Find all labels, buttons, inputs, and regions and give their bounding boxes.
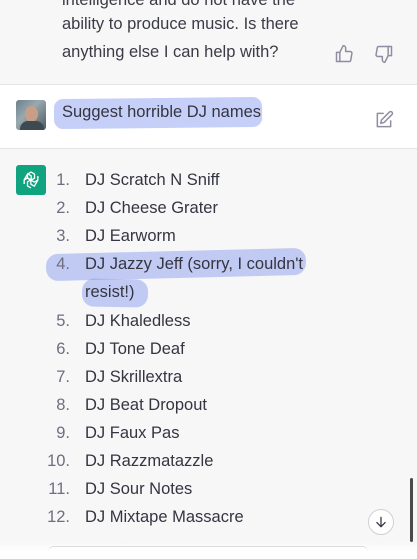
scroll-down-button[interactable] <box>368 509 394 535</box>
list-text: DJ Skrillextra <box>85 368 183 386</box>
list-number: 12. <box>47 508 70 526</box>
list-text: DJ Cheese Grater <box>85 199 218 217</box>
list-text: DJ Jazzy Jeff (sorry, I couldn't resist!… <box>85 255 304 301</box>
list-number: 8. <box>56 396 70 414</box>
list-text: DJ Khaledless <box>85 312 191 330</box>
thumbs-up-icon[interactable] <box>334 44 354 64</box>
message-input-edge[interactable] <box>48 546 368 559</box>
previous-message-line: anything else I can help with? <box>62 43 279 61</box>
list-number: 11. <box>48 480 70 498</box>
list-text: DJ Beat Dropout <box>85 396 207 414</box>
list-text: DJ Razzmatazzle <box>85 452 214 470</box>
edit-icon[interactable] <box>374 110 394 130</box>
previous-assistant-message: intelligence and do not have the ability… <box>0 0 417 85</box>
list-number: 1. <box>56 171 70 189</box>
list-number: 2. <box>56 199 70 217</box>
list-number: 4. <box>56 255 70 273</box>
scrollbar[interactable] <box>410 478 413 542</box>
arrow-down-icon <box>376 516 386 528</box>
list-text: DJ Tone Deaf <box>85 340 185 358</box>
list-text: DJ Scratch N Sniff <box>85 171 220 189</box>
previous-message-line: ability to produce music. Is there <box>62 15 299 33</box>
list-text: DJ Mixtape Massacre <box>85 508 244 526</box>
user-avatar <box>16 100 46 130</box>
list-number: 10. <box>47 452 70 470</box>
list-text: DJ Sour Notes <box>85 480 193 498</box>
list-text: DJ Faux Pas <box>85 424 180 442</box>
user-message-text: Suggest horrible DJ names <box>62 103 262 121</box>
list-number: 7. <box>56 368 70 386</box>
list-number: 6. <box>56 340 70 358</box>
list-number: 3. <box>56 227 70 245</box>
list-text: DJ Earworm <box>85 227 176 245</box>
list-number: 5. <box>56 312 70 330</box>
list-number: 9. <box>56 424 70 442</box>
thumbs-down-icon[interactable] <box>374 44 394 64</box>
